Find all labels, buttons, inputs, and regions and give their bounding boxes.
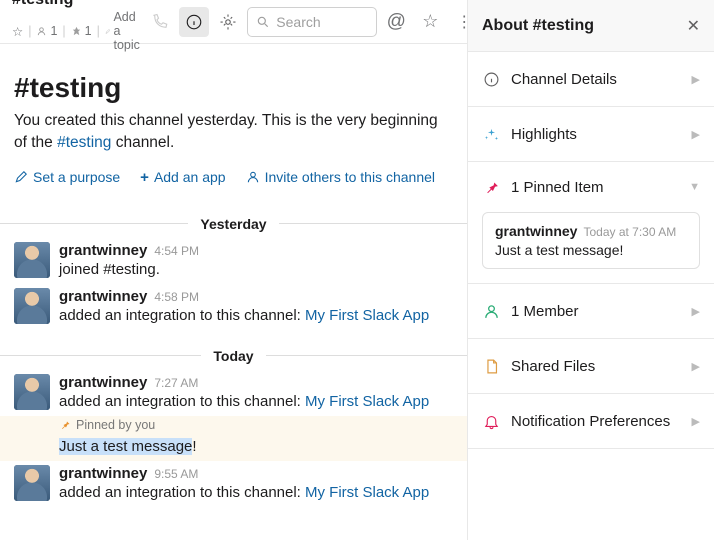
message-row[interactable]: grantwinney 7:27 AM added an integration … [0, 370, 467, 416]
bell-icon [482, 412, 500, 430]
pin-icon [482, 178, 500, 196]
app-link[interactable]: My First Slack App [305, 307, 429, 324]
section-members[interactable]: 1 Member ▶ [468, 284, 714, 339]
mentions-icon[interactable]: @ [381, 7, 411, 37]
about-title: About #testing [482, 17, 687, 35]
chevron-down-icon: ▼ [689, 181, 700, 193]
avatar[interactable] [14, 465, 50, 501]
pins-count[interactable]: 1 [71, 24, 92, 38]
pin-text: Just a test message! [495, 242, 687, 258]
message-row[interactable]: grantwinney 9:55 AM added an integration … [0, 461, 467, 507]
hero-title: #testing [14, 72, 453, 104]
app-link[interactable]: My First Slack App [305, 484, 429, 501]
more-icon[interactable]: ⋮ [449, 7, 468, 37]
star-icon[interactable]: ☆ [12, 24, 23, 39]
pinned-card[interactable]: grantwinney Today at 7:30 AM Just a test … [482, 212, 700, 269]
gear-icon[interactable] [213, 7, 243, 37]
channel-header: #testing ☆ | 1 | 1 | Add a topic @ ☆ ⋮ [0, 0, 467, 44]
members-count[interactable]: 1 [36, 24, 57, 38]
set-purpose-link[interactable]: Set a purpose [14, 169, 120, 186]
pin-author: grantwinney [495, 223, 577, 239]
message-author[interactable]: grantwinney [59, 465, 147, 482]
call-icon[interactable] [145, 7, 175, 37]
pinned-indicator: Pinned by you [0, 416, 467, 438]
chevron-right-icon: ▶ [692, 415, 700, 428]
sparkle-icon [482, 125, 500, 143]
info-icon [482, 70, 500, 88]
avatar[interactable] [14, 374, 50, 410]
search-input[interactable] [247, 7, 377, 37]
message-time: 4:54 PM [154, 244, 199, 258]
message-body: added an integration to this channel: My… [59, 482, 429, 503]
file-icon [482, 357, 500, 375]
message-author[interactable]: grantwinney [59, 242, 147, 259]
channel-link[interactable]: #testing [57, 134, 111, 151]
user-icon [482, 302, 500, 320]
chevron-right-icon: ▶ [692, 305, 700, 318]
chevron-right-icon: ▶ [692, 360, 700, 373]
add-app-link[interactable]: +Add an app [140, 169, 225, 186]
message-body: added an integration to this channel: My… [59, 391, 429, 412]
section-pinned[interactable]: 1 Pinned Item ▼ [468, 162, 714, 212]
pinned-message[interactable]: Just a test message! [0, 438, 467, 461]
star-items-icon[interactable]: ☆ [415, 7, 445, 37]
chevron-right-icon: ▶ [692, 73, 700, 86]
about-panel: About #testing ✕ Channel Details ▶ Highl… [468, 0, 714, 540]
message-time: 9:55 AM [154, 467, 198, 481]
message-body: added an integration to this channel: My… [59, 305, 429, 326]
hero-text: You created this channel yesterday. This… [14, 110, 453, 155]
avatar[interactable] [14, 242, 50, 278]
section-highlights[interactable]: Highlights ▶ [468, 107, 714, 162]
close-icon[interactable]: ✕ [687, 16, 700, 36]
message-row[interactable]: grantwinney 4:54 PM joined #testing. [0, 238, 467, 284]
info-icon[interactable] [179, 7, 209, 37]
invite-link[interactable]: Invite others to this channel [246, 169, 435, 186]
pin-time: Today at 7:30 AM [583, 225, 676, 239]
message-author[interactable]: grantwinney [59, 288, 147, 305]
message-row[interactable]: grantwinney 4:58 PM added an integration … [0, 284, 467, 330]
date-divider-yesterday: Yesterday [0, 216, 467, 232]
message-author[interactable]: grantwinney [59, 374, 147, 391]
date-divider-today: Today [0, 348, 467, 364]
chevron-right-icon: ▶ [692, 128, 700, 141]
avatar[interactable] [14, 288, 50, 324]
section-shared-files[interactable]: Shared Files ▶ [468, 339, 714, 394]
message-time: 4:58 PM [154, 290, 199, 304]
message-time: 7:27 AM [154, 376, 198, 390]
section-notifications[interactable]: Notification Preferences ▶ [468, 394, 714, 449]
section-channel-details[interactable]: Channel Details ▶ [468, 52, 714, 107]
message-body: joined #testing. [59, 259, 199, 280]
channel-name[interactable]: #testing [12, 0, 145, 9]
app-link[interactable]: My First Slack App [305, 393, 429, 410]
